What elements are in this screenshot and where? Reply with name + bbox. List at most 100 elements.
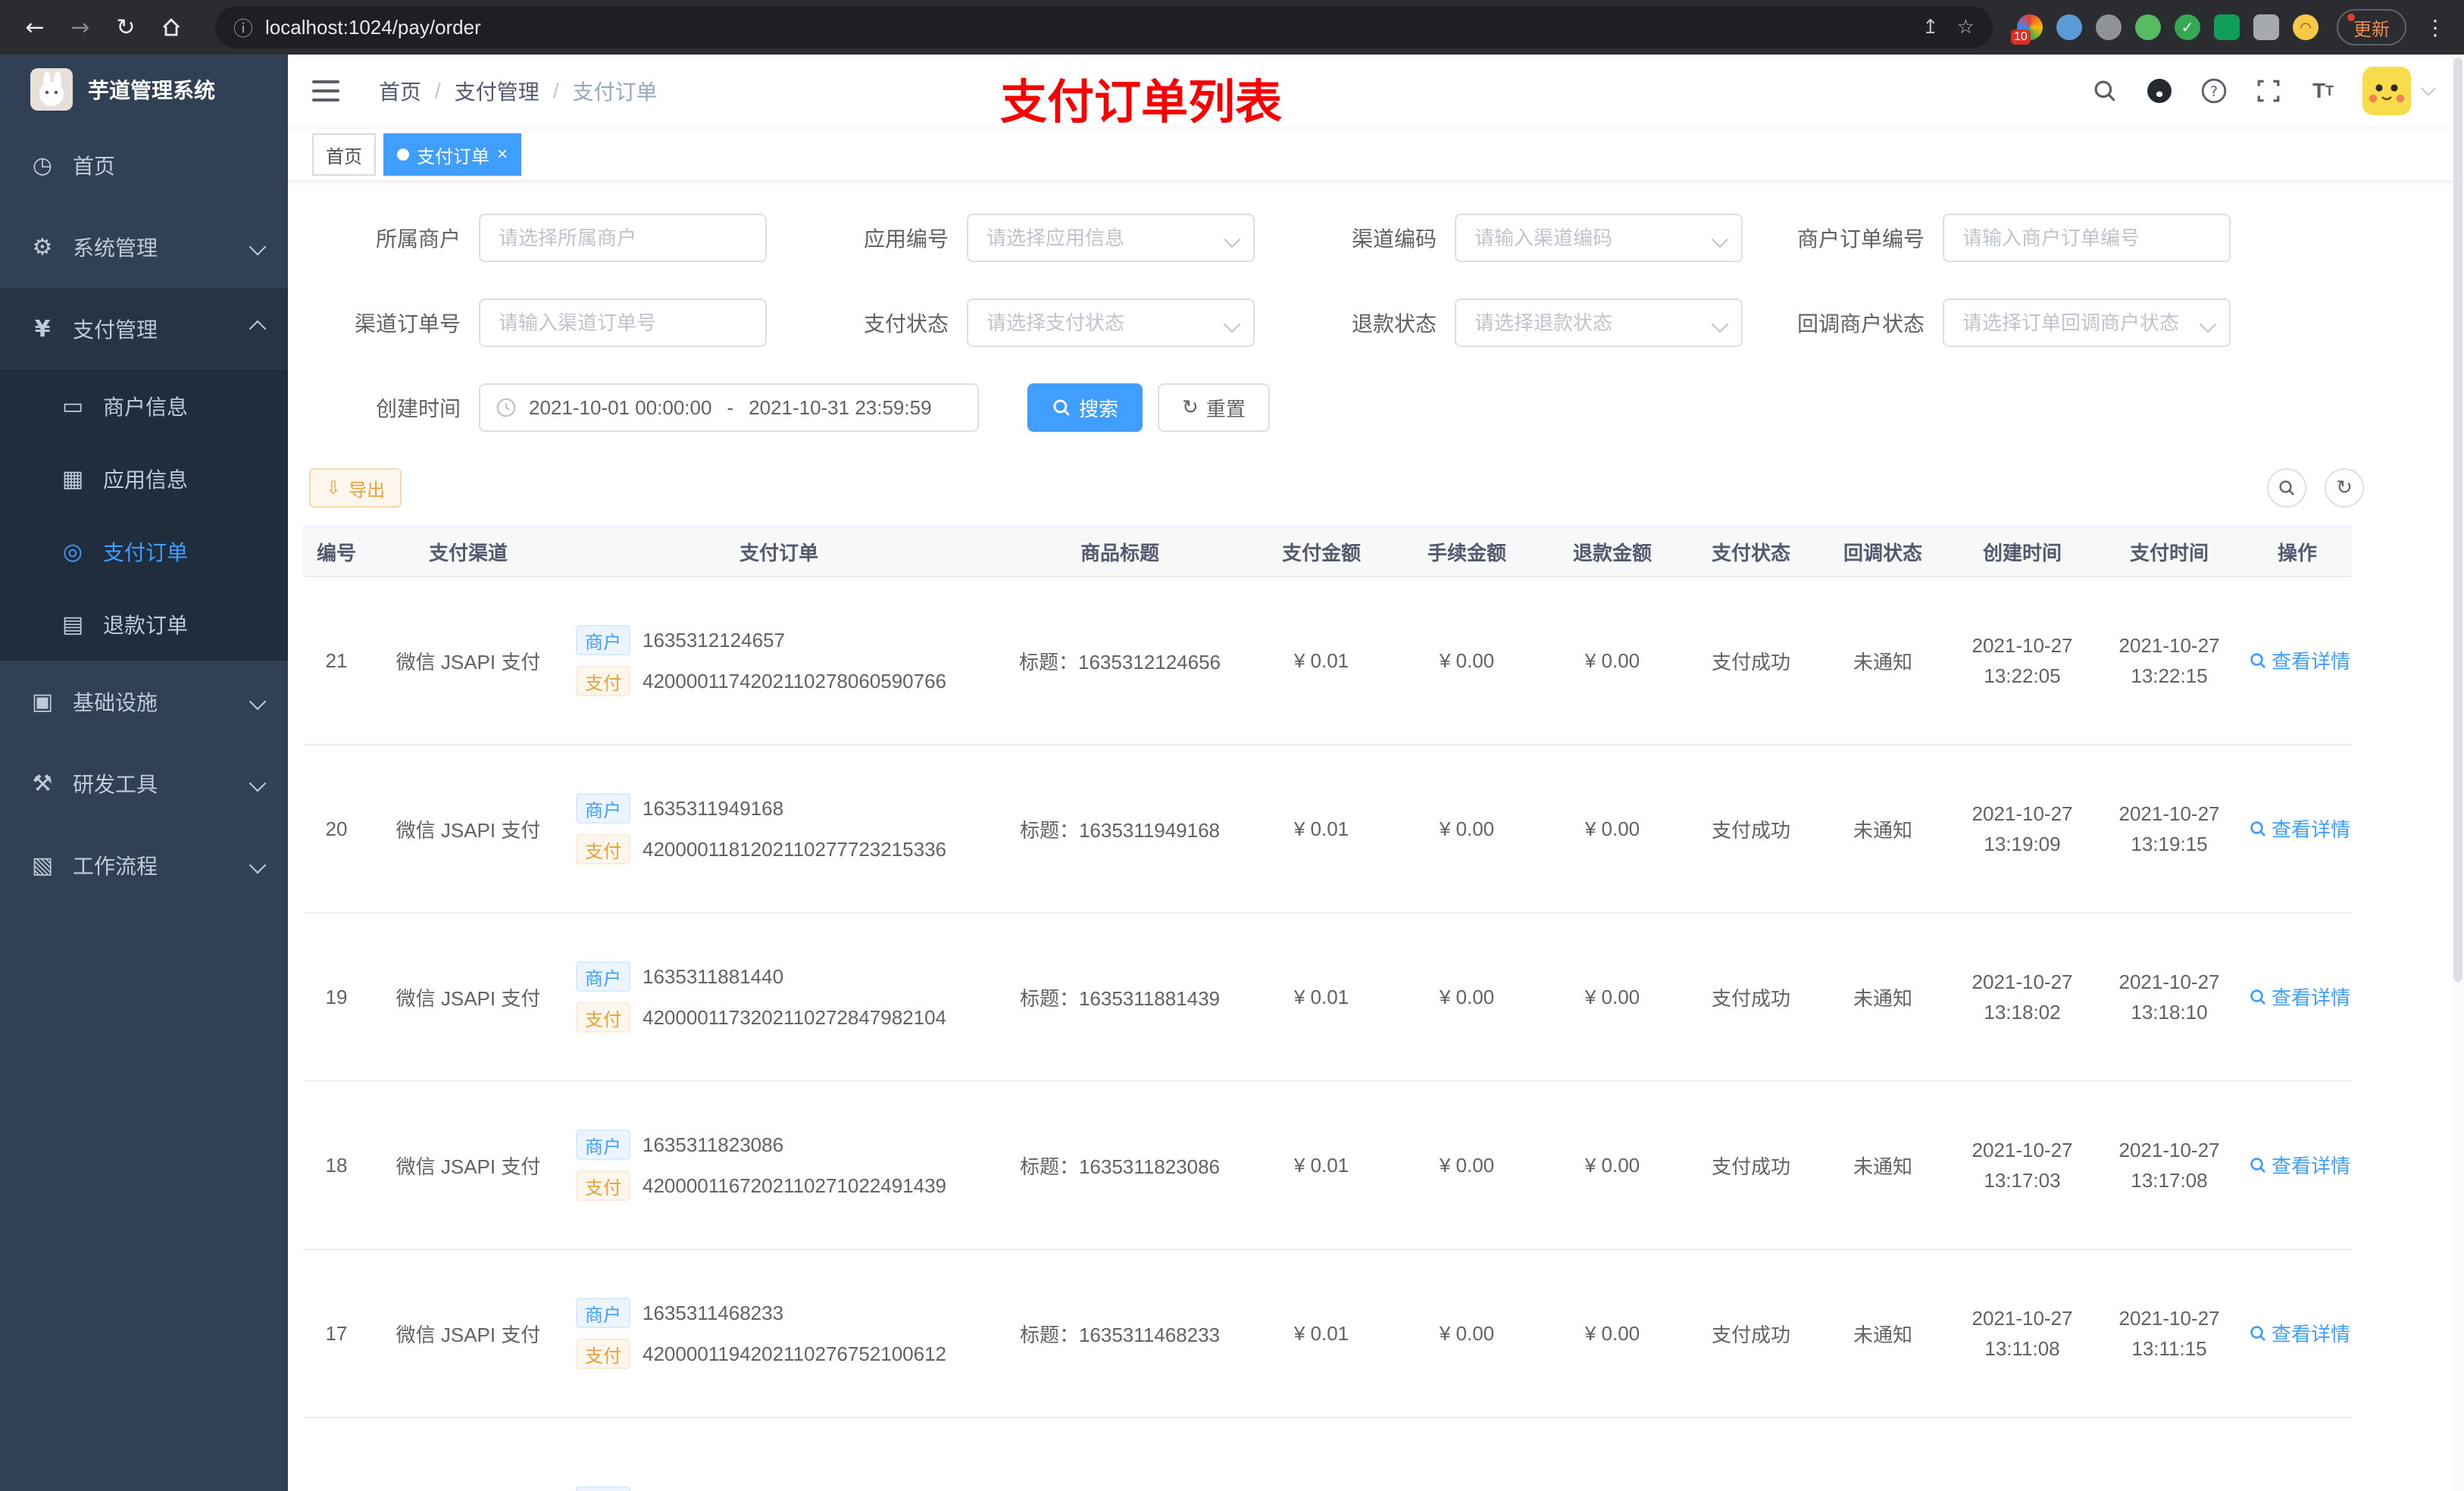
notify-status-select[interactable]: [1943, 299, 2231, 347]
date-end-value[interactable]: 2021-10-31 23:59:59: [749, 396, 931, 420]
sidebar-item-infra[interactable]: ▣ 基础设施: [0, 661, 288, 742]
date-start-value[interactable]: 2021-10-01 00:00:00: [529, 396, 711, 420]
sidebar-item-workflow[interactable]: ▧ 工作流程: [0, 824, 288, 906]
extension-icon-1[interactable]: [2011, 14, 2043, 45]
sidebar-item-home[interactable]: ◷ 首页: [0, 124, 288, 206]
merchant-tag: 商户: [576, 961, 630, 992]
extension-icon-4[interactable]: [2135, 14, 2161, 40]
fee-cell: ¥ 0.00: [1394, 577, 1540, 746]
filter-label: 渠道编码: [1351, 227, 1437, 251]
fullscreen-icon[interactable]: [2253, 76, 2284, 106]
channel-code-input[interactable]: [1471, 224, 1726, 252]
view-detail-link[interactable]: 查看详情: [2249, 814, 2350, 842]
fee-cell: ¥ 0.00: [1394, 745, 1540, 914]
pay-order-cell: 商户 1635311468233 支付 42000011942021102767…: [567, 1249, 991, 1418]
search-icon: [2279, 480, 2294, 495]
search-label: 搜索: [1079, 397, 1119, 420]
extensions-puzzle-icon[interactable]: [2253, 14, 2279, 40]
view-detail-link[interactable]: 查看详情: [2249, 1151, 2350, 1179]
refund-status-input[interactable]: [1471, 309, 1726, 336]
view-detail-link[interactable]: 查看详情: [2249, 646, 2350, 674]
extension-check-icon[interactable]: ✓: [2175, 14, 2200, 40]
sidebar-item-payment[interactable]: ¥ 支付管理: [0, 288, 288, 370]
title-cell: 标题：1635311881439: [991, 913, 1249, 1082]
create-time-cell: 2021-10-27 13:22:05: [1949, 577, 2096, 746]
extension-icon-3[interactable]: [2096, 14, 2122, 40]
status-cell: 支付成功: [1685, 913, 1817, 1082]
app-select[interactable]: [967, 214, 1255, 262]
app-input[interactable]: [983, 224, 1238, 252]
channel-cell: 微信 JSAPI 支付: [370, 745, 567, 914]
reset-button[interactable]: ↻ 重置: [1158, 383, 1270, 432]
share-icon[interactable]: ↥: [1922, 16, 1939, 39]
filter-label: 商户订单编号: [1796, 227, 1925, 251]
browser-menu-icon[interactable]: ⋮: [2422, 15, 2449, 40]
refund-status-select[interactable]: [1455, 299, 1743, 347]
search-icon[interactable]: [2090, 76, 2120, 106]
profile-avatar-icon[interactable]: ◠: [2293, 14, 2319, 40]
browser-refresh-button[interactable]: ↻: [106, 8, 145, 47]
merchant-select[interactable]: [479, 214, 767, 262]
channel-order-no-field[interactable]: [479, 299, 767, 347]
info-icon[interactable]: ⓘ: [233, 14, 253, 42]
refresh-table-button[interactable]: ↻: [2325, 468, 2364, 508]
sidebar-item-app-info[interactable]: ▦ 应用信息: [0, 442, 288, 515]
user-avatar[interactable]: [2362, 67, 2436, 115]
view-detail-link[interactable]: 查看详情: [2249, 1319, 2350, 1347]
search-button[interactable]: 搜索: [1027, 383, 1143, 432]
notify-status-input[interactable]: [1959, 309, 2214, 336]
extension-chat-icon[interactable]: [2214, 14, 2240, 40]
browser-address-bar[interactable]: ⓘ localhost:1024/pay/order ↥ ☆: [215, 6, 1993, 48]
merchant-order-no-input[interactable]: [1959, 224, 2214, 252]
font-size-icon[interactable]: TT: [2308, 76, 2338, 106]
pay-time-cell: 2021-10-27 13:11:15: [2096, 1249, 2243, 1418]
sidebar-item-merchant-info[interactable]: ▭ 商户信息: [0, 370, 288, 442]
pay-tag: 支付: [576, 1171, 630, 1201]
browser-forward-button[interactable]: →: [61, 8, 100, 47]
merchant-order-no-field[interactable]: [1943, 214, 2231, 262]
url-text[interactable]: localhost:1024/pay/order: [265, 16, 1904, 39]
pay-status-input[interactable]: [983, 309, 1238, 336]
browser-update-button[interactable]: 更新: [2337, 9, 2406, 45]
col-id: 编号: [303, 526, 370, 577]
tab-home[interactable]: 首页: [312, 133, 376, 176]
sidebar-item-system[interactable]: ⚙ 系统管理: [0, 206, 288, 288]
sidebar-toggle-icon[interactable]: [312, 80, 339, 102]
help-icon[interactable]: ?: [2199, 76, 2229, 106]
extension-icon-2[interactable]: [2056, 14, 2082, 40]
bookmark-star-icon[interactable]: ☆: [1957, 16, 1975, 39]
breadcrumb-home[interactable]: 首页: [379, 76, 421, 106]
sidebar-item-label: 工作流程: [73, 855, 158, 878]
app-title: 芋道管理系统: [88, 79, 216, 102]
close-icon[interactable]: ×: [497, 145, 508, 164]
export-button[interactable]: ⇩ 导出: [309, 468, 402, 508]
search-icon: [2250, 821, 2265, 836]
github-icon[interactable]: [2144, 76, 2175, 106]
scrollbar-thumb[interactable]: [2453, 58, 2462, 982]
col-notify: 回调状态: [1817, 526, 1949, 577]
title-prefix: 标题：: [1019, 1323, 1079, 1346]
breadcrumb-payment[interactable]: 支付管理: [455, 76, 539, 106]
sidebar-item-dev-tools[interactable]: ⚒ 研发工具: [0, 742, 288, 824]
toggle-search-button[interactable]: [2267, 468, 2306, 508]
channel-order-no-input[interactable]: [496, 309, 750, 336]
merchant-input[interactable]: [496, 224, 750, 252]
page-scrollbar[interactable]: [2452, 55, 2464, 1491]
browser-back-button[interactable]: ←: [15, 8, 55, 47]
date-range-picker[interactable]: 2021-10-01 00:00:00 - 2021-10-31 23:59:5…: [479, 383, 979, 432]
search-icon: [2250, 1158, 2265, 1173]
pay-order-cell: 商户 1635312124657 支付 42000011742021102780…: [567, 577, 991, 746]
browser-home-button[interactable]: [152, 8, 191, 47]
sidebar-logo[interactable]: 芋道管理系统: [0, 55, 288, 124]
breadcrumb-separator: /: [435, 79, 441, 102]
fee-cell: ¥ 0.00: [1394, 1081, 1540, 1250]
view-detail-link[interactable]: 查看详情: [2249, 983, 2350, 1011]
pay-status-select[interactable]: [967, 299, 1255, 347]
sidebar-item-refund-order[interactable]: ▤ 退款订单: [0, 588, 288, 661]
title-prefix: 标题：: [1019, 818, 1079, 842]
view-detail-label: 查看详情: [2272, 986, 2351, 1010]
tab-pay-order[interactable]: 支付订单 ×: [383, 133, 522, 176]
sidebar-item-pay-order[interactable]: ◎ 支付订单: [0, 515, 288, 588]
channel-code-select[interactable]: [1455, 214, 1743, 262]
id-cell: 17: [303, 1249, 370, 1418]
